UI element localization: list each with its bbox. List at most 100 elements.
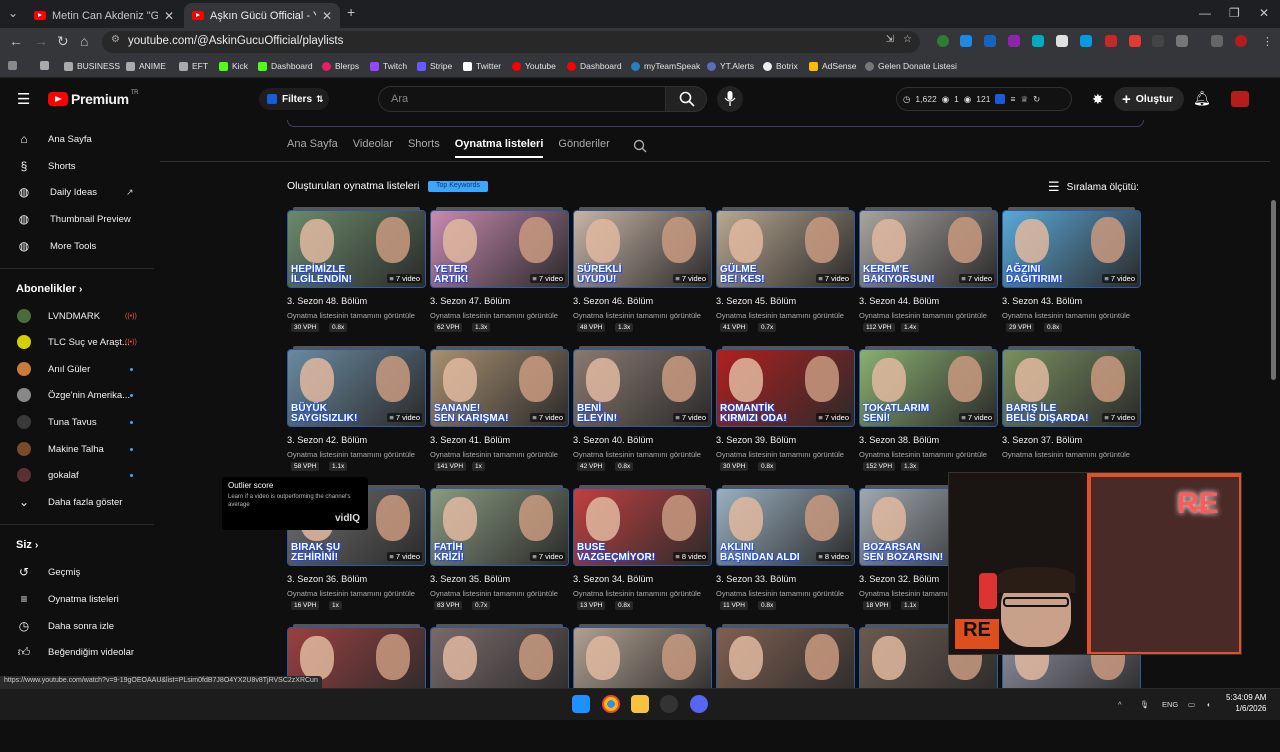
notifications-bell-icon[interactable]: 🔔︎ [1193, 90, 1211, 107]
discord-icon[interactable] [690, 695, 708, 713]
search-button[interactable] [665, 86, 707, 112]
volume-icon[interactable]: ◖ [1206, 700, 1211, 709]
outlier-score-badge[interactable]: 1.1x [901, 601, 920, 610]
file-explorer-icon[interactable] [631, 695, 649, 713]
extension-icon[interactable] [937, 35, 949, 47]
playlist-card[interactable]: BÜYÜK SAYGISIZLIK! ≡ 7 video 3. Sezon 42. … [287, 346, 426, 474]
bookmark-blerps[interactable]: Blerps [322, 61, 359, 71]
voice-search-button[interactable] [717, 86, 743, 112]
tab-home[interactable]: Ana Sayfa [287, 138, 338, 158]
view-full-playlist-link[interactable]: Oynatma listesinin tamamını görüntüle [287, 311, 426, 320]
bookmark-folder-icon[interactable] [40, 61, 53, 70]
subscriptions-header[interactable]: Abonelikler › [16, 283, 82, 295]
site-info-icon[interactable]: ⚙ [111, 34, 120, 45]
extension-icon[interactable] [1080, 35, 1092, 47]
playlist-title[interactable]: 3. Sezon 48. Bölüm [287, 296, 367, 306]
youtube-premium-logo[interactable]: Premium TR [48, 90, 139, 107]
browser-tab-1[interactable]: Metin Can Akdeniz "Gönül İşin ✕ [26, 3, 182, 28]
bookmark-youtube[interactable]: Youtube [512, 61, 556, 71]
close-window-icon[interactable]: ✕ [1259, 6, 1269, 20]
playlist-thumbnail[interactable]: SÜREKLİ UYUDU! ≡ 7 video [573, 210, 712, 288]
sidebar-item-shorts[interactable]: § Shorts [0, 153, 154, 179]
extensions-puzzle-icon[interactable] [1176, 35, 1188, 47]
playlist-card[interactable]: TOKATLARIM SENİ! ≡ 7 video 3. Sezon 38. Bö… [859, 346, 998, 474]
playlist-card[interactable]: HEPİMİZLE İLGİLENDİN! ≡ 7 video 3. Sezon 4… [287, 207, 426, 335]
tab-videos[interactable]: Videolar [353, 138, 393, 158]
subscription-item[interactable]: gokalaf [0, 462, 154, 488]
outlier-score-badge[interactable]: 0.7x [472, 601, 491, 610]
playlist-title[interactable]: 3. Sezon 46. Bölüm [573, 296, 653, 306]
channel-search-icon[interactable] [633, 139, 647, 153]
playlist-card[interactable]: AKLINI BAŞINDAN ALDI ≡ 8 video 3. Sezon 33… [716, 485, 855, 613]
reload-icon[interactable]: ↻ [57, 33, 69, 50]
subscription-item[interactable]: TLC Suç ve Araşt... ((•)) [0, 329, 154, 355]
playlist-thumbnail[interactable]: GÜLME BE! KES! ≡ 7 video [716, 210, 855, 288]
minimize-icon[interactable]: — [1199, 6, 1211, 20]
view-full-playlist-link[interactable]: Oynatma listesinin tamamını görüntüle [859, 311, 998, 320]
top-keywords-badge[interactable]: Top Keywords [428, 181, 488, 192]
extension-icon[interactable] [1032, 35, 1044, 47]
app-icon[interactable] [660, 695, 678, 713]
create-button[interactable]: + Oluştur [1114, 87, 1184, 111]
extension-icon[interactable] [1008, 35, 1020, 47]
view-full-playlist-link[interactable]: Oynatma listesinin tamamını görüntüle [573, 589, 712, 598]
bookmark-anime[interactable]: ANIME [126, 61, 166, 71]
playlist-title[interactable]: 3. Sezon 41. Bölüm [430, 435, 510, 445]
playlist-thumbnail[interactable]: AKLINI BAŞINDAN ALDI ≡ 8 video [716, 488, 855, 566]
playlist-card[interactable]: BENİ ELEYİN! ≡ 7 video 3. Sezon 40. Bölüm O… [573, 346, 712, 474]
playlist-thumbnail[interactable]: BARIŞ İLE BELİS DIŞARDA! ≡ 7 video [1002, 349, 1141, 427]
outlier-score-badge[interactable]: 1.3x [615, 323, 634, 332]
playlist-title[interactable]: 3. Sezon 37. Bölüm [1002, 435, 1082, 445]
view-full-playlist-link[interactable]: Oynatma listesinin tamamını görüntüle [859, 450, 998, 459]
extension-gear-icon[interactable]: ✸ [1092, 91, 1104, 108]
view-full-playlist-link[interactable]: Oynatma listesinin tamamını görüntüle [1002, 311, 1141, 320]
playlist-thumbnail[interactable]: SANANE! SEN KARIŞMA! ≡ 7 video [430, 349, 569, 427]
sidebar-item-liked-videos[interactable]: 👍︎ Beğendiğim videolar [0, 639, 154, 665]
playlist-thumbnail[interactable]: FATİH KRİZİ! ≡ 7 video [430, 488, 569, 566]
bookmark-myteamspeak[interactable]: myTeamSpeak [631, 61, 700, 71]
playlist-card[interactable]: SANANE! SEN KARIŞMA! ≡ 7 video 3. Sezon 41… [430, 346, 569, 474]
sidebar-item-more-tools[interactable]: ◍ More Tools [0, 233, 154, 259]
profile-avatar[interactable] [1235, 35, 1247, 47]
view-full-playlist-link[interactable]: Oynatma listesinin tamamını görüntüle [287, 450, 426, 459]
view-full-playlist-link[interactable]: Oynatma listesinin tamamını görüntüle [430, 311, 569, 320]
bookmark-kick[interactable]: Kick [219, 61, 248, 71]
extension-icon[interactable] [1056, 35, 1068, 47]
outlier-score-badge[interactable]: 0.8x [1044, 323, 1063, 332]
tab-posts[interactable]: Gönderiler [558, 138, 609, 158]
sidebar-item-home[interactable]: ⌂ Ana Sayfa [0, 126, 154, 152]
bookmark-stripe[interactable]: Stripe [417, 61, 452, 71]
chrome-icon[interactable] [602, 695, 620, 713]
bookmark-ytalerts[interactable]: YT.Alerts [707, 61, 754, 71]
view-full-playlist-link[interactable]: Oynatma listesinin tamamını görüntüle [716, 311, 855, 320]
outlier-score-badge[interactable]: 1x [329, 601, 342, 610]
sidebar-item-daily-ideas[interactable]: ◍ Daily Ideas ↗ [0, 179, 154, 205]
restore-icon[interactable]: ❐ [1229, 6, 1240, 20]
subscription-item[interactable]: Makine Talha [0, 436, 154, 462]
view-full-playlist-link[interactable]: Oynatma listesinin tamamını görüntüle [573, 311, 712, 320]
playlist-card[interactable]: KEREM'E BAKIYORSUN! ≡ 7 video 3. Sezon 44.… [859, 207, 998, 335]
outlier-score-badge[interactable]: 0.8x [615, 462, 634, 471]
bookmark-dashboard[interactable]: Dashboard [258, 61, 313, 71]
home-browser-icon[interactable]: ⌂ [80, 33, 88, 49]
menu-hamburger-icon[interactable]: ☰ [17, 90, 30, 108]
page-scrollbar[interactable] [1271, 200, 1276, 380]
outlier-score-badge[interactable]: 1.1x [329, 462, 348, 471]
forward-icon[interactable]: → [34, 33, 48, 49]
view-full-playlist-link[interactable]: Oynatma listesinin tamamını görüntüle [716, 589, 855, 598]
bookmark-botrix[interactable]: Botrix [763, 61, 798, 71]
playlist-card[interactable]: FATİH KRİZİ! ≡ 7 video 3. Sezon 35. Bölüm O… [430, 485, 569, 613]
view-full-playlist-link[interactable]: Oynatma listesinin tamamını görüntüle [1002, 450, 1141, 459]
outlier-score-badge[interactable]: 0.8x [329, 323, 348, 332]
view-full-playlist-link[interactable]: Oynatma listesinin tamamını görüntüle [716, 450, 855, 459]
playlist-title[interactable]: 3. Sezon 39. Bölüm [716, 435, 796, 445]
bookmark-business[interactable]: BUSINESS [64, 61, 120, 71]
playlist-title[interactable]: 3. Sezon 33. Bölüm [716, 574, 796, 584]
extension-icon[interactable] [1105, 35, 1117, 47]
url-field[interactable]: ⚙ youtube.com/@AskinGucuOfficial/playlis… [102, 31, 920, 53]
view-full-playlist-link[interactable]: Oynatma listesinin tamamını görüntüle [573, 450, 712, 459]
sort-button[interactable]: ☰ Sıralama ölçütü: [1048, 179, 1139, 195]
close-tab-icon[interactable]: ✕ [322, 9, 332, 23]
view-full-playlist-link[interactable]: Oynatma listesinin tamamını görüntüle [287, 589, 426, 598]
bookmark-eft[interactable]: EFT [179, 61, 208, 71]
